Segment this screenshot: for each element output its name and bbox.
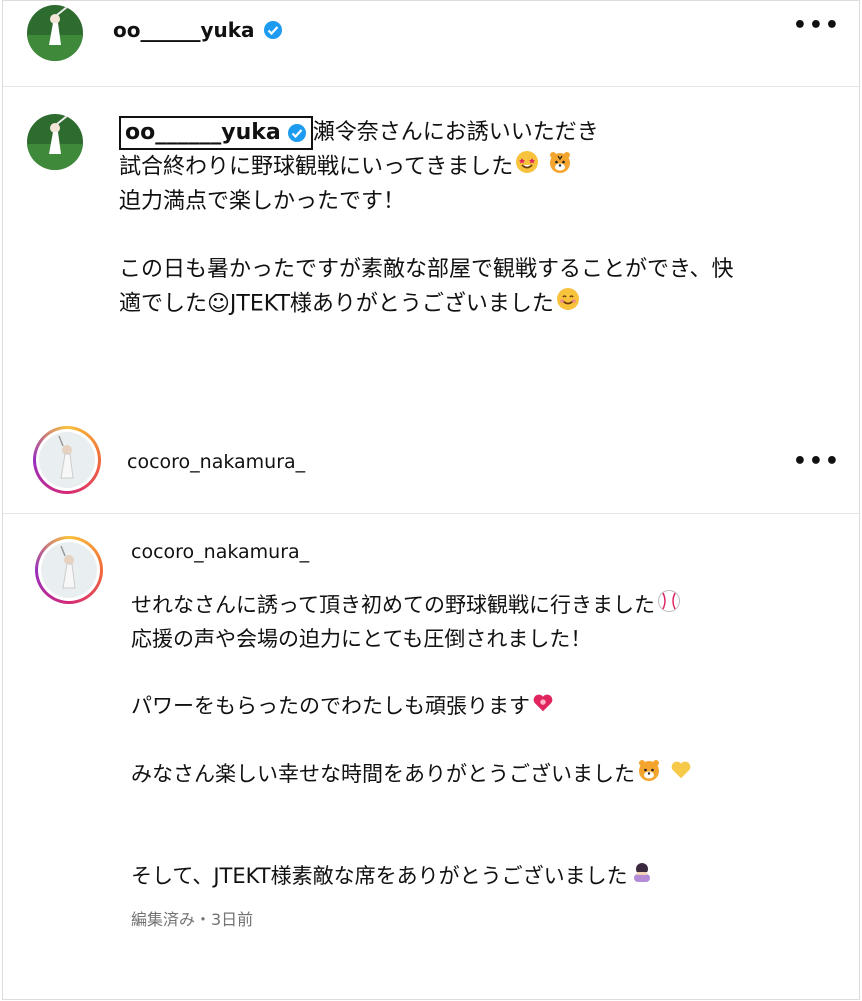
verified-badge-icon <box>287 123 307 143</box>
caption-line: 応援の声や会場の迫力にとても圧倒されました！ <box>131 627 592 651</box>
divider <box>3 86 859 87</box>
smiling-emoji <box>556 287 580 322</box>
caption-line: せれなさんに誘って頂き初めての野球観戦に行きました <box>131 589 831 623</box>
caption-line: この日も暑かったですが素敵な部屋で観戦することができ、快 <box>119 257 734 282</box>
tiger-emoji <box>637 758 661 792</box>
baseball-emoji <box>657 589 681 623</box>
avatar[interactable] <box>27 5 83 61</box>
caption-line: 迫力満点で楽しかったです！ <box>119 189 406 214</box>
more-options-icon[interactable]: ••• <box>793 15 841 37</box>
divider <box>3 513 859 514</box>
caption-line: oo______yuka 瀬令奈さんにお誘いいただき <box>119 116 839 150</box>
post-1: oo______yuka ••• oo______yuka 瀬令奈さんにお誘いい… <box>3 1 859 406</box>
bowing-person-emoji <box>630 860 654 894</box>
mention-link[interactable]: oo______yuka <box>119 116 313 150</box>
caption-line: みなさん楽しい幸せな時間をありがとうございました <box>131 758 831 792</box>
caption-line: 適でした☺JTEKT様ありがとうございました <box>119 287 839 322</box>
avatar[interactable] <box>33 426 101 494</box>
avatar[interactable] <box>27 114 83 170</box>
post-1-caption: oo______yuka 瀬令奈さんにお誘いいただき 試合終わりに野球観戦にいっ… <box>119 116 839 322</box>
more-options-icon[interactable]: ••• <box>793 451 841 473</box>
caption-line: 試合終わりに野球観戦にいってきました <box>119 150 839 185</box>
username-link[interactable]: cocoro_nakamura_ <box>131 536 831 569</box>
post-1-header: oo______yuka ••• <box>3 1 859 63</box>
star-struck-emoji <box>515 150 539 185</box>
avatar[interactable] <box>35 536 103 604</box>
post-2-header: cocoro_nakamura_ ••• <box>3 421 859 494</box>
verified-badge-icon <box>263 20 283 40</box>
caption-line: パワーをもらったのでわたしも頑張ります <box>131 690 831 724</box>
post-timestamp: 編集済み・3日前 <box>131 910 254 929</box>
tiger-emoji <box>548 150 572 185</box>
heart-emoji <box>532 691 554 724</box>
caption-line: そして、JTEKT様素敵な席をありがとうございました <box>131 860 831 894</box>
post-2-caption: cocoro_nakamura_ せれなさんに誘って頂き初めての野球観戦に行きま… <box>131 536 831 894</box>
username-link[interactable]: oo______yuka <box>113 18 283 42</box>
username-link[interactable]: cocoro_nakamura_ <box>127 451 305 473</box>
post-2: cocoro_nakamura_ ••• cocoro_nakamura_ せれ… <box>3 421 859 1001</box>
yellow-heart-emoji <box>670 758 692 791</box>
instagram-embed-frame: oo______yuka ••• oo______yuka 瀬令奈さんにお誘いい… <box>2 0 860 1000</box>
